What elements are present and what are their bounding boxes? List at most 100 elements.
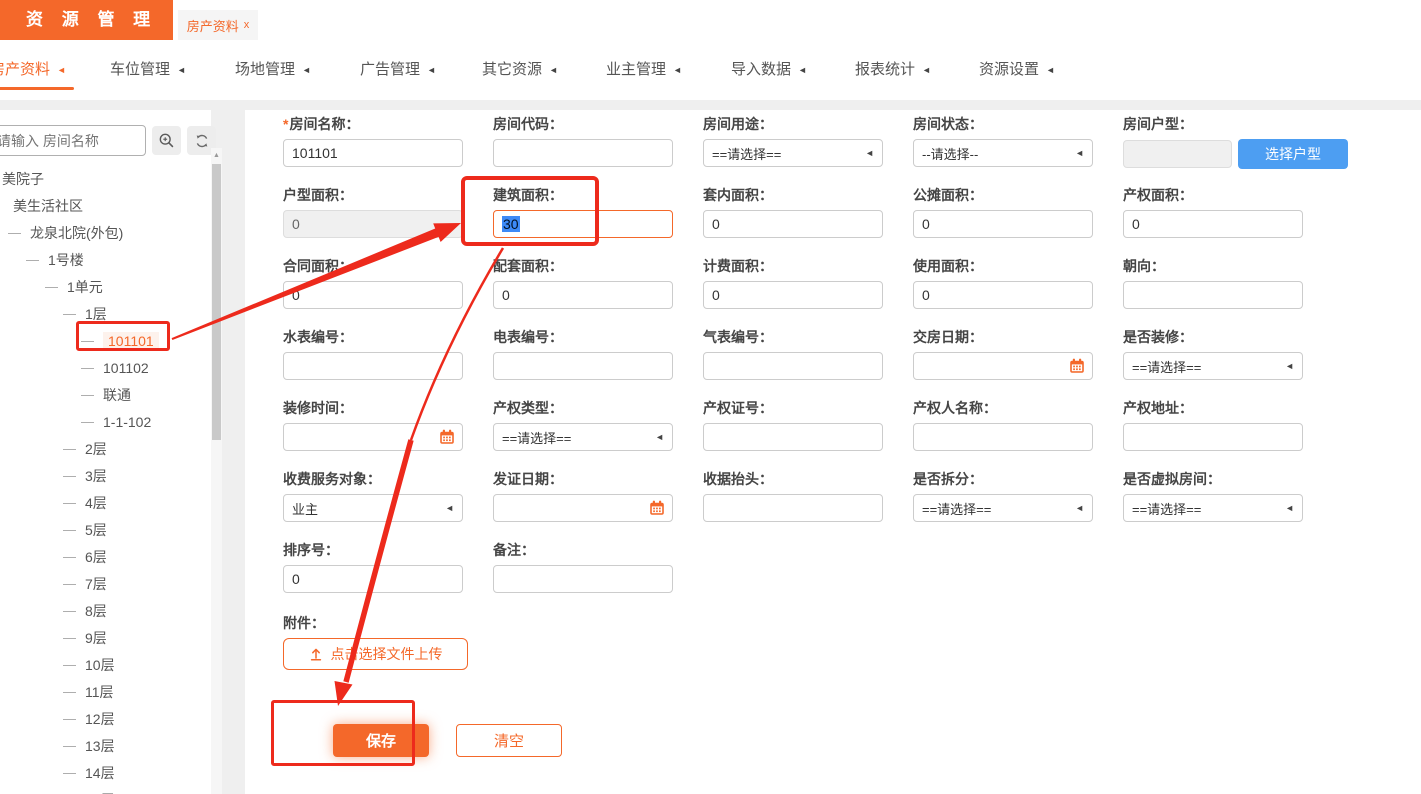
collapse-icon[interactable]: — xyxy=(63,468,77,483)
nav-item-5[interactable]: 其它资源◄ xyxy=(482,40,558,100)
tree-item-联通[interactable]: —联通 xyxy=(0,381,208,408)
text-input[interactable] xyxy=(703,210,883,238)
tree-item-14层[interactable]: —14层 xyxy=(0,759,208,786)
text-input[interactable] xyxy=(283,139,463,167)
collapse-icon[interactable]: — xyxy=(8,225,22,240)
nav-item-7[interactable]: 导入数据◄ xyxy=(731,40,807,100)
collapse-icon[interactable]: — xyxy=(63,765,77,780)
text-input-focused[interactable]: 30 xyxy=(493,210,673,238)
text-input[interactable] xyxy=(703,423,883,451)
tree-item-101102[interactable]: —101102 xyxy=(0,354,208,381)
nav-item-3[interactable]: 场地管理◄ xyxy=(235,40,311,100)
tree-scrollbar[interactable]: ▲ xyxy=(211,148,222,794)
tree-item-8层[interactable]: —8层 xyxy=(0,597,208,624)
upload-button[interactable]: 点击选择文件上传 xyxy=(283,638,468,670)
calendar-icon[interactable] xyxy=(439,429,455,445)
text-input[interactable] xyxy=(283,281,463,309)
select-input[interactable]: ==请选择==◄ xyxy=(913,494,1093,522)
text-input[interactable] xyxy=(703,281,883,309)
nav-item-4[interactable]: 广告管理◄ xyxy=(360,40,436,100)
tree-item-7层[interactable]: —7层 xyxy=(0,570,208,597)
tree-item-龙泉北院(外包)[interactable]: —龙泉北院(外包) xyxy=(0,219,208,246)
text-input[interactable] xyxy=(913,210,1093,238)
upload-icon xyxy=(309,647,323,661)
collapse-icon[interactable]: — xyxy=(63,522,77,537)
collapse-icon[interactable]: — xyxy=(63,711,77,726)
tree-item-1-1-102[interactable]: —1-1-102 xyxy=(0,408,208,435)
tree-item-美生活社区[interactable]: 美生活社区 xyxy=(0,192,208,219)
close-icon[interactable]: x xyxy=(244,19,250,31)
tree-item-15层[interactable]: —15层 xyxy=(0,786,208,794)
collapse-icon[interactable]: — xyxy=(63,441,77,456)
text-input[interactable] xyxy=(1123,210,1303,238)
nav-item-1[interactable]: 房产资料◄ xyxy=(0,40,66,100)
collapse-icon[interactable]: — xyxy=(63,549,77,564)
select-input[interactable]: --请选择--◄ xyxy=(913,139,1093,167)
tree-item-12层[interactable]: —12层 xyxy=(0,705,208,732)
search-input[interactable] xyxy=(0,125,146,156)
select-input[interactable]: ==请选择==◄ xyxy=(493,423,673,451)
collapse-icon[interactable]: — xyxy=(81,360,95,375)
tree-item-6层[interactable]: —6层 xyxy=(0,543,208,570)
clear-button[interactable]: 清空 xyxy=(456,724,562,757)
tree-item-13层[interactable]: —13层 xyxy=(0,732,208,759)
tree-item-5层[interactable]: —5层 xyxy=(0,516,208,543)
calendar-icon[interactable] xyxy=(649,500,665,516)
nav-item-9[interactable]: 资源设置◄ xyxy=(979,40,1055,100)
tree-item-3层[interactable]: —3层 xyxy=(0,462,208,489)
tree-item-11层[interactable]: —11层 xyxy=(0,678,208,705)
scrollbar-thumb[interactable] xyxy=(212,164,221,440)
text-input[interactable] xyxy=(493,139,673,167)
collapse-icon[interactable]: — xyxy=(63,630,77,645)
text-input[interactable] xyxy=(703,352,883,380)
tree-item-4层[interactable]: —4层 xyxy=(0,489,208,516)
text-input[interactable] xyxy=(283,352,463,380)
collapse-icon[interactable]: — xyxy=(81,333,95,348)
collapse-icon[interactable]: — xyxy=(81,414,95,429)
collapse-icon[interactable]: — xyxy=(26,252,40,267)
text-input[interactable] xyxy=(493,281,673,309)
tree-item-101101[interactable]: —101101 xyxy=(0,327,208,354)
tree-item-10层[interactable]: —10层 xyxy=(0,651,208,678)
text-input[interactable] xyxy=(283,210,463,238)
choose-room-type-button[interactable]: 选择户型 xyxy=(1238,139,1348,169)
tree-item-美院子[interactable]: 美院子 xyxy=(0,165,208,192)
save-button[interactable]: 保存 xyxy=(333,724,429,757)
text-input[interactable] xyxy=(493,352,673,380)
text-input[interactable] xyxy=(703,494,883,522)
tab-fangchan-ziliao[interactable]: 房产资料 x xyxy=(178,10,258,40)
tree-item-9层[interactable]: —9层 xyxy=(0,624,208,651)
text-input[interactable] xyxy=(1123,423,1303,451)
text-input[interactable] xyxy=(493,565,673,593)
tree-item-1单元[interactable]: —1单元 xyxy=(0,273,208,300)
nav-item-6[interactable]: 业主管理◄ xyxy=(606,40,682,100)
date-input[interactable] xyxy=(913,352,1093,380)
collapse-icon[interactable]: — xyxy=(63,738,77,753)
text-input[interactable] xyxy=(1123,281,1303,309)
select-input[interactable]: ==请选择==◄ xyxy=(1123,494,1303,522)
collapse-icon[interactable]: — xyxy=(63,603,77,618)
calendar-icon[interactable] xyxy=(1069,358,1085,374)
text-input[interactable] xyxy=(913,423,1093,451)
text-input[interactable] xyxy=(283,565,463,593)
tree-item-2层[interactable]: —2层 xyxy=(0,435,208,462)
collapse-icon[interactable]: — xyxy=(45,279,59,294)
text-input[interactable] xyxy=(913,281,1093,309)
collapse-icon[interactable]: — xyxy=(63,684,77,699)
nav-item-8[interactable]: 报表统计◄ xyxy=(855,40,931,100)
collapse-icon[interactable]: — xyxy=(63,657,77,672)
date-input[interactable] xyxy=(493,494,673,522)
nav-item-2[interactable]: 车位管理◄ xyxy=(110,40,186,100)
collapse-icon[interactable]: — xyxy=(63,495,77,510)
tree-item-1号楼[interactable]: —1号楼 xyxy=(0,246,208,273)
search-button[interactable] xyxy=(152,126,181,155)
select-input[interactable]: ==请选择==◄ xyxy=(703,139,883,167)
collapse-icon[interactable]: — xyxy=(81,387,95,402)
select-input[interactable]: 业主◄ xyxy=(283,494,463,522)
tree-item-1层[interactable]: —1层 xyxy=(0,300,208,327)
collapse-icon[interactable]: — xyxy=(63,306,77,321)
select-input[interactable]: ==请选择==◄ xyxy=(1123,352,1303,380)
date-input[interactable] xyxy=(283,423,463,451)
scroll-up-arrow-icon[interactable]: ▲ xyxy=(211,150,222,162)
collapse-icon[interactable]: — xyxy=(63,576,77,591)
